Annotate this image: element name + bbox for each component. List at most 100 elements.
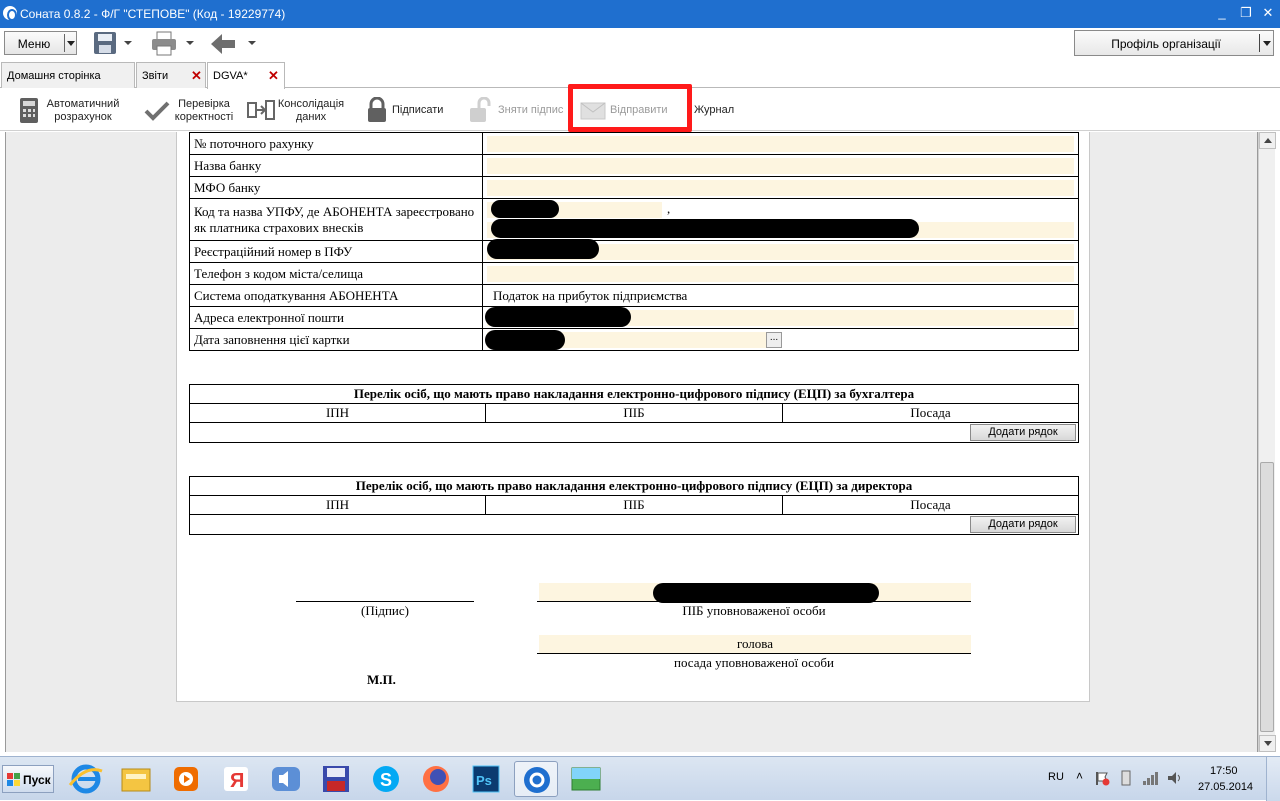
- close-icon[interactable]: ✕: [268, 68, 279, 84]
- col-ipn: ІПН: [189, 495, 486, 515]
- name-line: [537, 601, 971, 602]
- network-signal-icon[interactable]: [1142, 770, 1160, 786]
- add-director-row-button[interactable]: Додати рядок: [970, 516, 1076, 533]
- scroll-up-icon[interactable]: [1259, 132, 1276, 149]
- lock-icon: [368, 97, 386, 122]
- window-titlebar: Соната 0.8.2 - Ф/Г "СТЕПОВЕ" (Код - 1922…: [0, 0, 1280, 28]
- unsign-button[interactable]: Зняти підпис: [468, 89, 568, 131]
- form-label-bank-name: Назва банку: [189, 154, 483, 177]
- minimize-button[interactable]: _: [1212, 4, 1232, 22]
- tab-label: Звіти: [142, 70, 169, 82]
- sign-label: Підписати: [392, 104, 444, 116]
- redaction: [485, 307, 631, 327]
- volume-icon[interactable]: [1166, 770, 1184, 786]
- photoshop-icon[interactable]: Ps: [464, 761, 508, 797]
- save-dropdown-icon[interactable]: [124, 41, 132, 45]
- action-center-flag-icon[interactable]: [1094, 770, 1110, 786]
- sonata-app-icon[interactable]: [514, 761, 558, 797]
- form-label-pfu-number: Реєстраційний номер в ПФУ: [189, 240, 483, 263]
- back-dropdown-icon[interactable]: [248, 41, 256, 45]
- floppy-save-app-icon[interactable]: [314, 761, 358, 797]
- send-button[interactable]: Відправити: [580, 89, 680, 131]
- app-icon: [3, 6, 17, 21]
- photo-viewer-icon[interactable]: [564, 761, 608, 797]
- calculator-icon: [20, 98, 38, 123]
- redaction: [491, 200, 559, 218]
- unsign-label: Зняти підпис: [498, 104, 564, 116]
- tab-dgva[interactable]: DGVA* ✕: [207, 62, 285, 89]
- clock-date[interactable]: 27.05.2014: [1198, 781, 1253, 793]
- document-page: № поточного рахунку Назва банку МФО банк…: [176, 132, 1090, 702]
- consolidation-button[interactable]: Консолідація даних: [247, 89, 347, 131]
- profile-button-label: Профіль організації: [1111, 37, 1221, 51]
- form-field-account[interactable]: [482, 132, 1079, 155]
- col-pib: ПІБ: [485, 495, 783, 515]
- scroll-thumb[interactable]: [1260, 462, 1274, 732]
- file-explorer-icon[interactable]: [114, 761, 158, 797]
- menu-button-label: Меню: [17, 37, 51, 51]
- vertical-scrollbar[interactable]: [1258, 132, 1276, 752]
- check-button[interactable]: Перевірка коректності: [142, 89, 238, 131]
- start-label: Пуск: [23, 773, 51, 787]
- redaction: [485, 330, 565, 350]
- date-picker-button[interactable]: ...: [766, 332, 782, 348]
- divider: [64, 34, 65, 52]
- profile-button[interactable]: Профіль організації: [1074, 30, 1274, 56]
- svg-text:Я: Я: [230, 770, 244, 792]
- svg-text:Ps: Ps: [476, 773, 492, 788]
- tab-home[interactable]: Домашня сторінка: [1, 62, 135, 88]
- close-button[interactable]: ✕: [1258, 4, 1278, 22]
- scroll-down-icon[interactable]: [1259, 735, 1276, 752]
- language-indicator[interactable]: RU: [1048, 771, 1064, 783]
- form-field-phone[interactable]: [482, 262, 1079, 285]
- auto-calc-label-1: Автоматичний: [46, 98, 120, 110]
- col-pib: ПІБ: [485, 403, 783, 423]
- usb-device-icon[interactable]: [1118, 770, 1134, 786]
- save-icon[interactable]: [92, 30, 118, 58]
- position-line: [537, 653, 971, 654]
- print-icon[interactable]: [150, 30, 178, 58]
- show-hidden-icons-icon[interactable]: ˄: [1076, 769, 1083, 783]
- consolidation-label-1: Консолідація: [277, 98, 345, 110]
- tab-reports[interactable]: Звіти ✕: [136, 62, 206, 88]
- form-label-upfu: Код та назва УПФУ, де АБОНЕНТА зареєстро…: [189, 198, 483, 241]
- internet-explorer-icon[interactable]: [64, 761, 108, 797]
- divider: [1259, 34, 1260, 52]
- skype-icon[interactable]: S: [364, 761, 408, 797]
- firefox-icon[interactable]: [414, 761, 458, 797]
- accountant-table-title: Перелік осіб, що мають право накладання …: [189, 384, 1079, 404]
- form-label-tax-system: Система оподаткування АБОНЕНТА: [189, 284, 483, 307]
- journal-button[interactable]: Журнал: [692, 89, 742, 131]
- consolidation-icon: [247, 100, 275, 120]
- redaction: [653, 583, 879, 603]
- media-player-icon[interactable]: [164, 761, 208, 797]
- form-field-tax-system[interactable]: Податок на прибуток підприємства: [482, 284, 1079, 307]
- print-dropdown-icon[interactable]: [186, 41, 194, 45]
- action-toolbar: Автоматичний розрахунок Перевірка корект…: [0, 89, 1280, 131]
- form-field-bank-name[interactable]: [482, 154, 1079, 177]
- back-arrow-icon[interactable]: [209, 30, 237, 58]
- unlock-icon: [470, 97, 491, 122]
- clock-time[interactable]: 17:50: [1210, 765, 1238, 777]
- form-label-account: № поточного рахунку: [189, 132, 483, 155]
- speaker-app-icon[interactable]: [264, 761, 308, 797]
- form-field-mfo[interactable]: [482, 176, 1079, 199]
- signature-caption: (Підпис): [361, 603, 409, 618]
- menu-button[interactable]: Меню: [4, 31, 77, 55]
- show-desktop-button[interactable]: [1266, 757, 1280, 801]
- sign-button[interactable]: Підписати: [366, 89, 448, 131]
- yandex-browser-icon[interactable]: Я: [214, 761, 258, 797]
- auto-calc-button[interactable]: Автоматичний розрахунок: [16, 89, 126, 131]
- add-accountant-row-button[interactable]: Додати рядок: [970, 424, 1076, 441]
- signature-line: [296, 601, 474, 602]
- form-label-date: Дата заповнення цієї картки: [189, 328, 483, 351]
- main-toolbar: Меню Профіль організації: [0, 28, 1280, 60]
- close-icon[interactable]: ✕: [191, 68, 202, 84]
- col-position: Посада: [782, 495, 1079, 515]
- authorized-position-field[interactable]: голова: [539, 635, 971, 653]
- col-ipn: ІПН: [189, 403, 486, 423]
- restore-button[interactable]: ❐: [1236, 4, 1256, 22]
- windows-flag-icon: [7, 773, 20, 786]
- director-table-footer: [189, 514, 1079, 535]
- start-button[interactable]: Пуск: [2, 765, 54, 793]
